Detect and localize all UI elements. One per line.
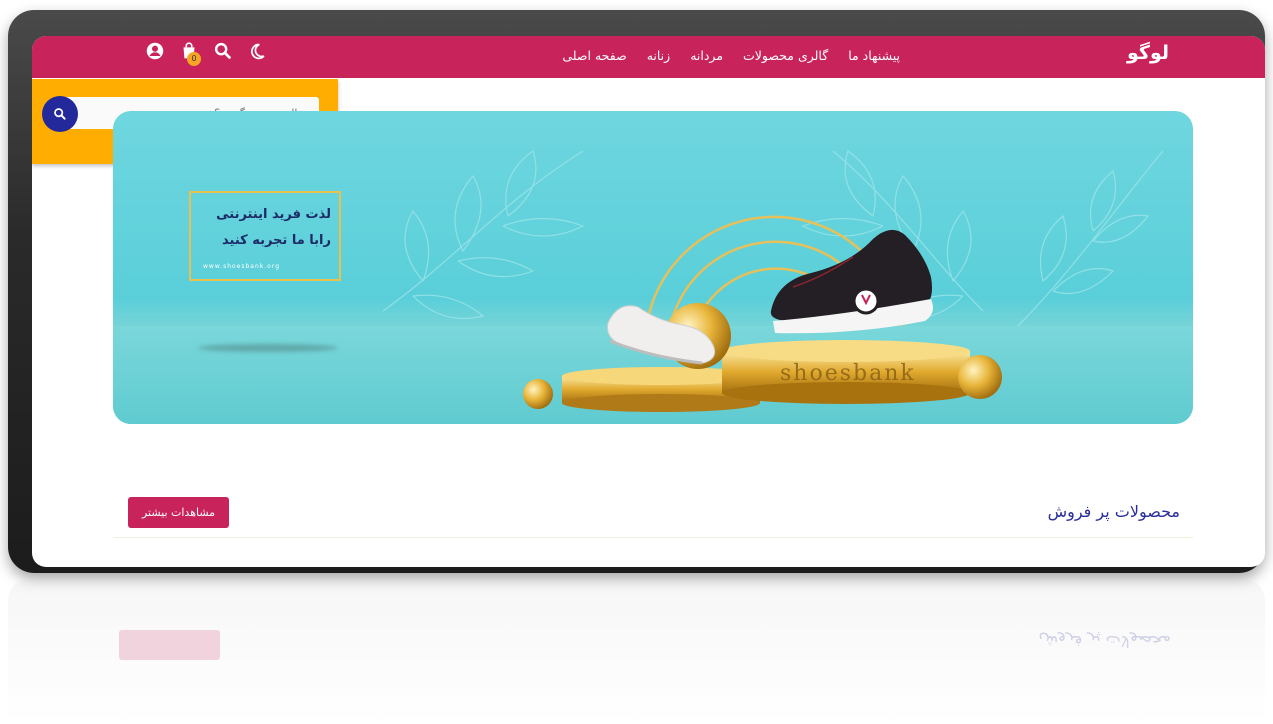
- site-logo[interactable]: لوگو: [1127, 42, 1169, 64]
- gold-ball-left: [523, 379, 553, 409]
- brand-name: shoesbank: [780, 361, 916, 386]
- moon-icon[interactable]: [246, 40, 268, 62]
- device-frame: لوگو صفحه اصلی زنانه مردانه گالری محصولا…: [8, 10, 1265, 573]
- search-icon: [54, 108, 66, 120]
- best-sellers-title: محصولات پر فروش: [1047, 502, 1180, 521]
- black-sneaker: [770, 229, 933, 334]
- browser-screen: لوگو صفحه اصلی زنانه مردانه گالری محصولا…: [32, 36, 1265, 567]
- nav-home[interactable]: صفحه اصلی: [562, 48, 626, 63]
- see-more-button[interactable]: مشاهدات بیشتر: [128, 497, 229, 528]
- nav-gallery[interactable]: گالری محصولات: [743, 48, 828, 63]
- nav-women[interactable]: زنانه: [647, 48, 671, 63]
- user-icon[interactable]: [144, 40, 166, 62]
- main-nav: صفحه اصلی زنانه مردانه گالری محصولات پیش…: [562, 48, 900, 63]
- reflection-button: [119, 630, 220, 660]
- gold-ball-right: [958, 355, 1002, 399]
- search-button[interactable]: [42, 96, 78, 132]
- cart-count-badge: 0: [187, 52, 201, 66]
- nav-suggestions[interactable]: پیشنهاد ما: [848, 48, 900, 63]
- header-bar: لوگو صفحه اصلی زنانه مردانه گالری محصولا…: [32, 36, 1265, 78]
- header-icons: 0: [144, 40, 268, 66]
- product-showcase: [523, 229, 1002, 412]
- search-icon[interactable]: [212, 40, 234, 62]
- nav-men[interactable]: مردانه: [690, 48, 723, 63]
- reflection-title: محصولات پر فروش: [1038, 632, 1171, 651]
- hero-banner[interactable]: لذت فرید اینترنتی رابا ما تجربه کنید www…: [113, 111, 1193, 424]
- section-divider: [113, 537, 1193, 538]
- cart-icon[interactable]: 0: [178, 40, 201, 66]
